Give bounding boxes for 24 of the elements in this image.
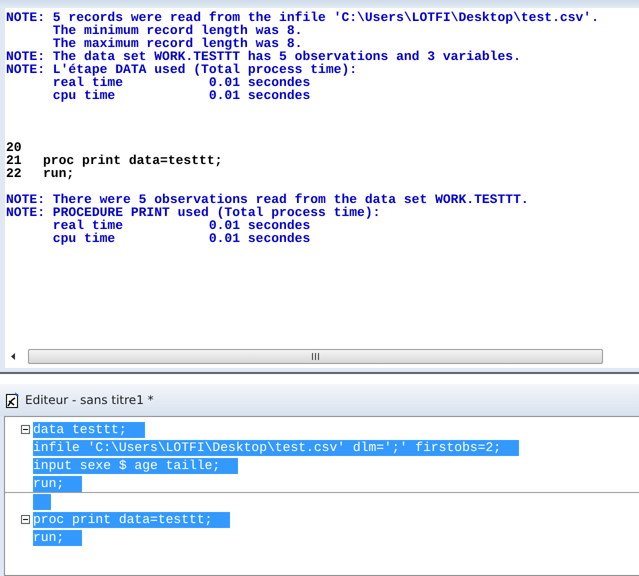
log-note: real time 0.01 secondes	[52, 76, 310, 89]
editor-icon	[6, 392, 20, 408]
scrollbar-thumb[interactable]	[28, 348, 603, 364]
source-line: run;	[43, 167, 74, 180]
log-note: NOTE: The data set WORK.TESTTT has 5 observations and 3 variables.	[6, 50, 521, 63]
line-number: 21	[6, 154, 23, 167]
log-note: NOTE: 5 records were read from the infile 'C:\Users\LOTFI\Desktop\test.csv'.	[6, 11, 599, 24]
log-note: cpu time 0.01 secondes	[52, 232, 310, 245]
collapse-icon[interactable]	[21, 515, 30, 524]
line-number: 20	[6, 141, 23, 154]
grip-icon	[312, 352, 319, 360]
source-line: proc print data=testtt;	[43, 154, 222, 167]
log-note: The maximum record length was 8.	[52, 37, 302, 50]
log-note: NOTE: L'étape DATA used (Total process time):	[6, 63, 358, 76]
scroll-left-icon[interactable]	[11, 352, 16, 360]
log-note: The minimum record length was 8.	[52, 24, 302, 37]
editor-title: Editeur - sans titre1 *	[25, 393, 154, 407]
collapse-icon[interactable]	[21, 425, 30, 434]
log-note: real time 0.01 secondes	[52, 219, 310, 232]
log-note: cpu time 0.01 secondes	[52, 89, 310, 102]
line-number: 22	[6, 167, 23, 180]
log-note: NOTE: PROCEDURE PRINT used (Total process time):	[6, 206, 380, 219]
code-editor[interactable]: data testtt; infile 'C:\Users\LOTFI\Desktop\test.csv' dlm=';' firstobs=2; input sexe $ age taille; run; proc print data=testtt; run;	[4, 416, 639, 576]
log-note: NOTE: There were 5 observations read from the data set WORK.TESTTT.	[6, 193, 529, 206]
